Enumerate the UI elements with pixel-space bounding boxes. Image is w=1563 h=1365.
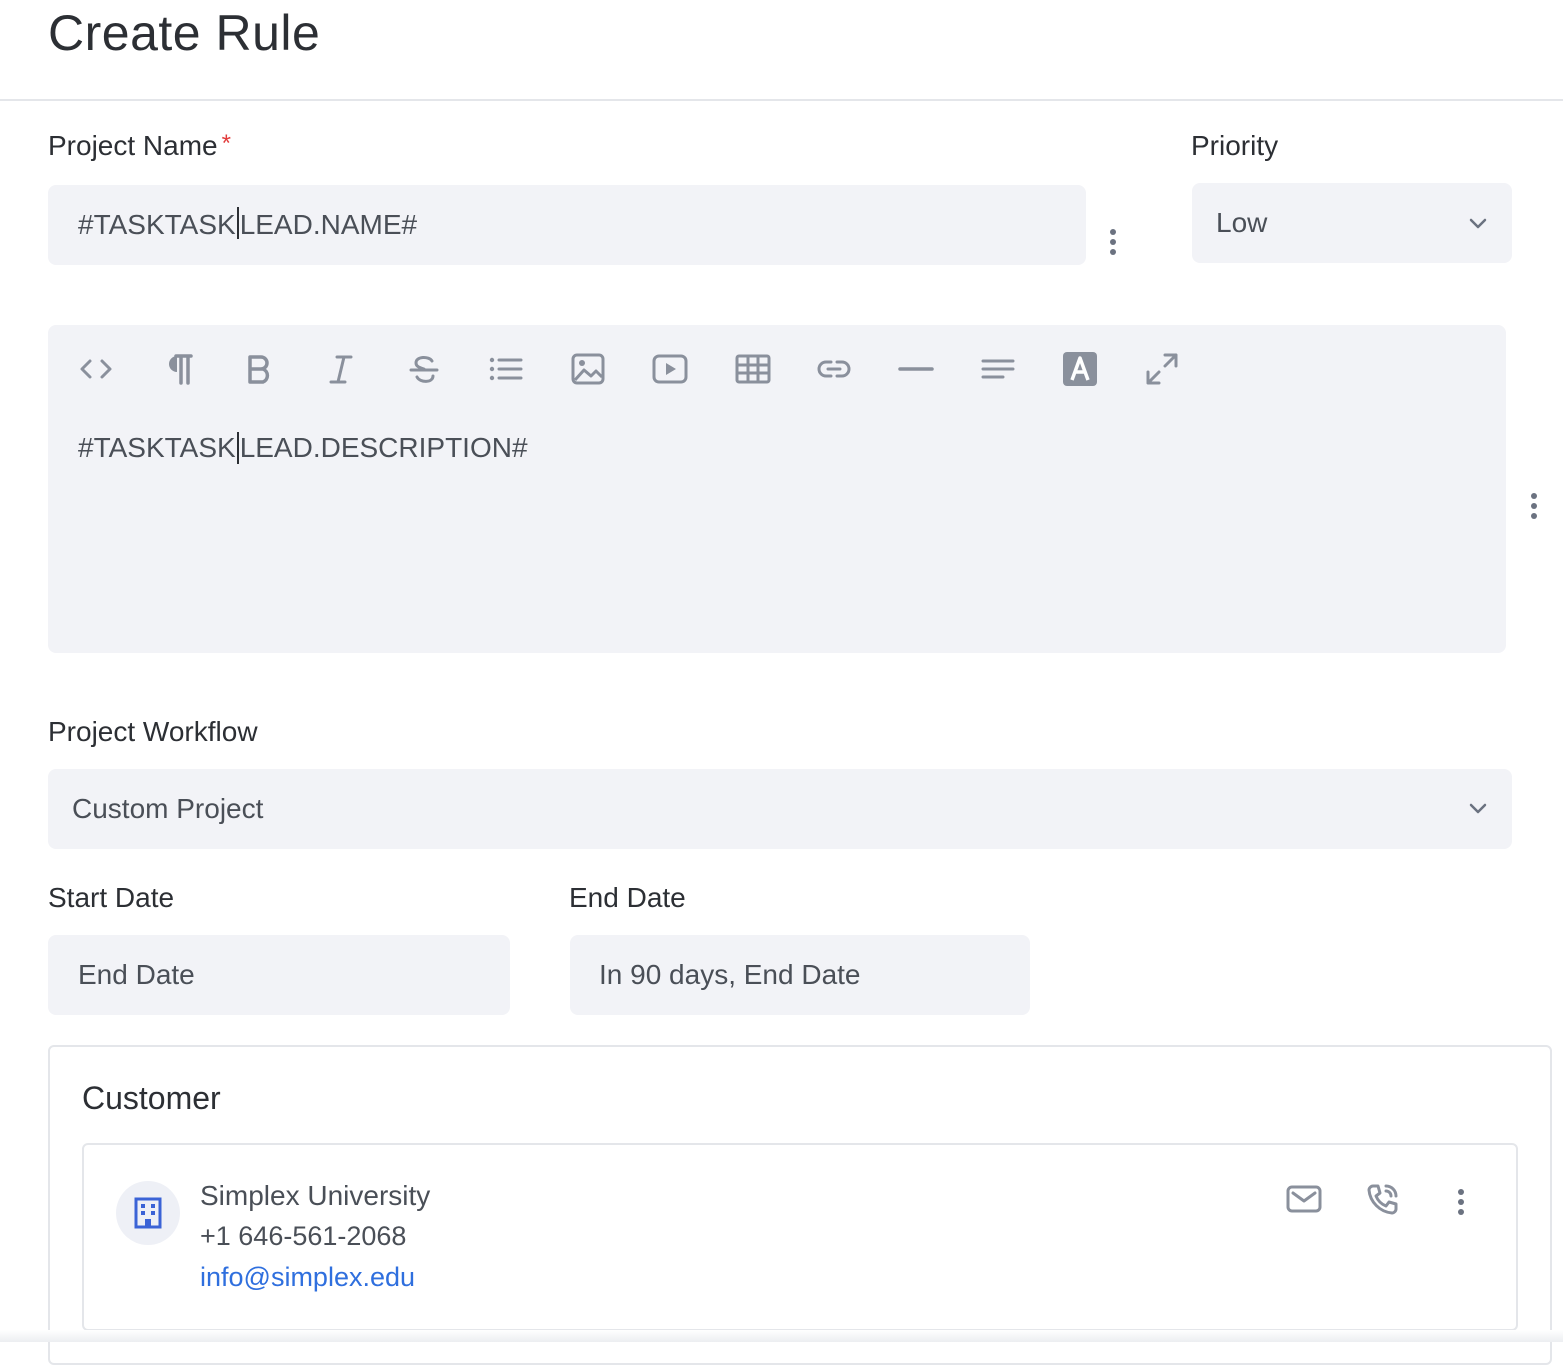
customer-email-link[interactable]: info@simplex.edu bbox=[200, 1262, 415, 1293]
project-name-label: Project Name * bbox=[48, 130, 231, 162]
fullscreen-icon[interactable] bbox=[1143, 350, 1181, 388]
project-workflow-select[interactable]: Custom Project bbox=[48, 769, 1512, 849]
bottom-fade bbox=[0, 1330, 1563, 1342]
start-date-label: Start Date bbox=[48, 882, 175, 913]
chevron-down-icon bbox=[1469, 218, 1487, 229]
insert-table-icon[interactable] bbox=[734, 350, 772, 388]
editor-content[interactable]: #TASKTASK LEAD.DESCRIPTION# bbox=[78, 431, 528, 466]
end-date-value: In 90 days, End Date bbox=[599, 959, 861, 990]
customer-name[interactable]: Simplex University bbox=[200, 1180, 430, 1212]
building-icon bbox=[134, 1197, 162, 1229]
phone-icon[interactable] bbox=[1366, 1182, 1400, 1216]
customer-more-icon[interactable] bbox=[1457, 1189, 1465, 1215]
text-cursor bbox=[236, 431, 239, 464]
start-date-input[interactable]: End Date bbox=[48, 935, 510, 1015]
editor-content-end: LEAD.DESCRIPTION# bbox=[239, 432, 528, 463]
bulleted-list-icon[interactable] bbox=[487, 350, 525, 388]
avatar bbox=[116, 1181, 180, 1245]
priority-label: Priority bbox=[1191, 130, 1279, 161]
paragraph-icon[interactable] bbox=[160, 350, 198, 388]
italic-icon[interactable] bbox=[322, 350, 360, 388]
strikethrough-icon[interactable] bbox=[405, 350, 443, 388]
required-marker: * bbox=[221, 130, 231, 157]
editor-more-icon[interactable] bbox=[1530, 493, 1538, 519]
align-left-icon[interactable] bbox=[979, 350, 1017, 388]
code-view-icon[interactable] bbox=[77, 350, 115, 388]
editor-content-start: #TASKTASK bbox=[78, 432, 236, 463]
start-date-value: End Date bbox=[78, 959, 195, 990]
insert-link-icon[interactable] bbox=[815, 350, 853, 388]
project-name-label-text: Project Name bbox=[48, 130, 218, 161]
end-date-label: End Date bbox=[569, 882, 686, 913]
project-workflow-value: Custom Project bbox=[72, 793, 264, 824]
project-workflow-label: Project Workflow bbox=[48, 716, 258, 747]
customer-heading: Customer bbox=[82, 1080, 221, 1116]
bold-icon[interactable] bbox=[240, 350, 278, 388]
text-color-icon[interactable] bbox=[1061, 350, 1099, 388]
page-title: Create Rule bbox=[48, 5, 321, 61]
project-name-value-end: LEAD.NAME# bbox=[239, 209, 418, 240]
end-date-input[interactable]: In 90 days, End Date bbox=[570, 935, 1030, 1015]
insert-image-icon[interactable] bbox=[569, 350, 607, 388]
chevron-down-icon bbox=[1469, 803, 1487, 814]
text-cursor bbox=[236, 207, 239, 239]
horizontal-line-icon[interactable] bbox=[897, 350, 935, 388]
project-name-input[interactable]: #TASKTASK LEAD.NAME# bbox=[48, 185, 1086, 265]
priority-value: Low bbox=[1216, 207, 1268, 238]
email-icon[interactable] bbox=[1286, 1183, 1322, 1215]
insert-video-icon[interactable] bbox=[651, 350, 689, 388]
project-name-more-icon[interactable] bbox=[1109, 229, 1117, 255]
priority-select[interactable]: Low bbox=[1192, 183, 1512, 263]
header-divider bbox=[0, 99, 1563, 101]
project-name-value-start: #TASKTASK bbox=[78, 209, 236, 240]
customer-phone: +1 646-561-2068 bbox=[200, 1221, 407, 1251]
